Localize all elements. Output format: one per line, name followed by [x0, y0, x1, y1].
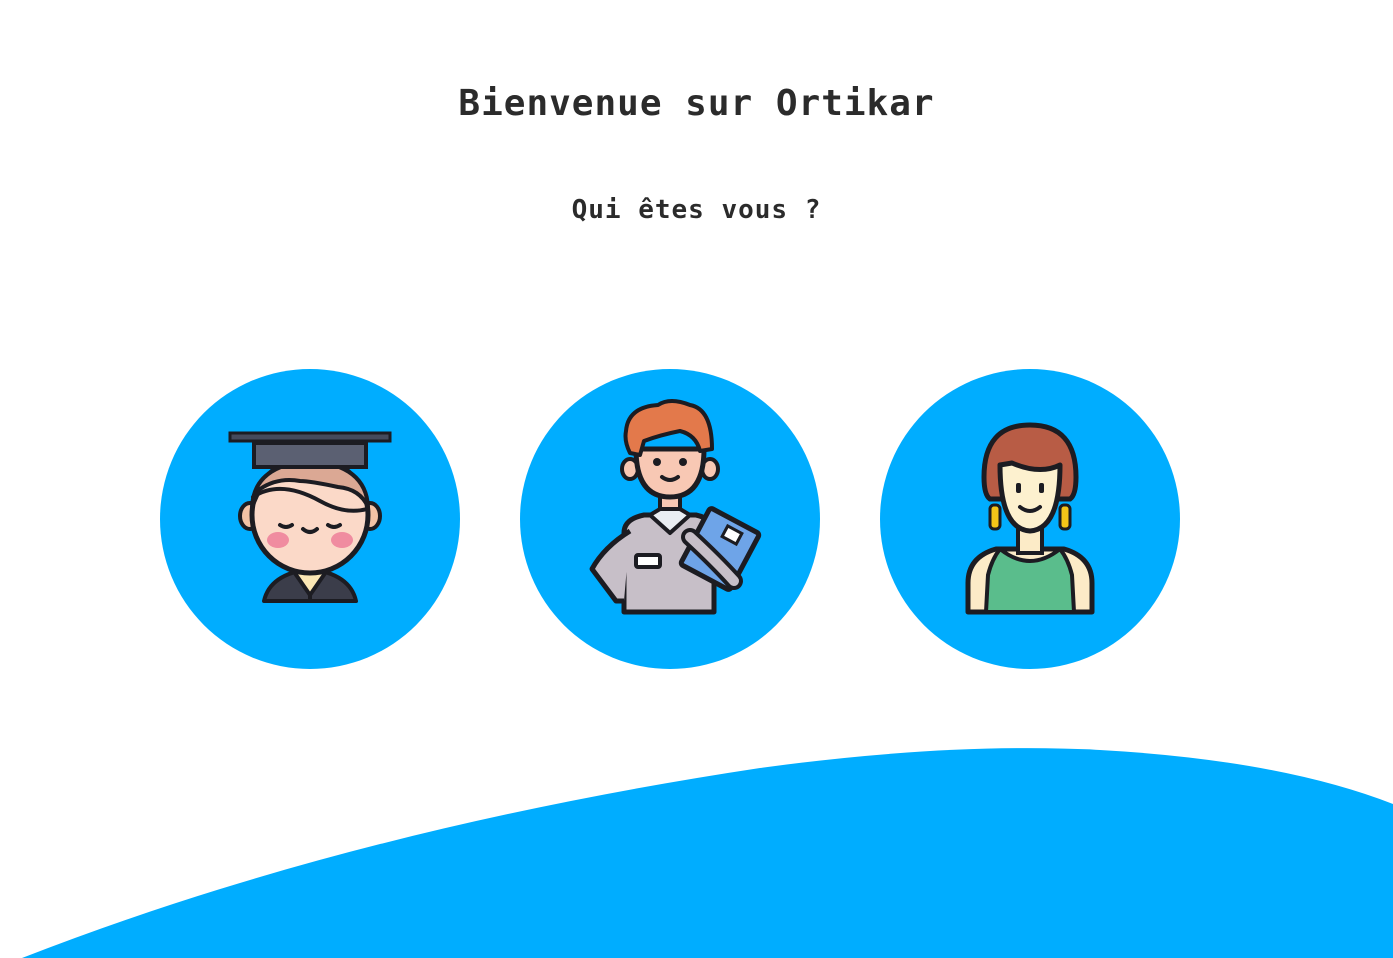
page-subtitle: Qui êtes vous ? — [571, 195, 822, 225]
woman-avatar-icon — [880, 369, 1180, 669]
graduate-student-icon — [160, 369, 460, 669]
choice-button-woman[interactable] — [880, 369, 1180, 669]
page-title: Bienvenue sur Ortikar — [458, 83, 935, 124]
decorative-wave — [22, 748, 1393, 958]
choice-button-worker[interactable] — [520, 369, 820, 669]
delivery-worker-icon — [520, 369, 820, 669]
choice-button-student[interactable] — [160, 369, 460, 669]
